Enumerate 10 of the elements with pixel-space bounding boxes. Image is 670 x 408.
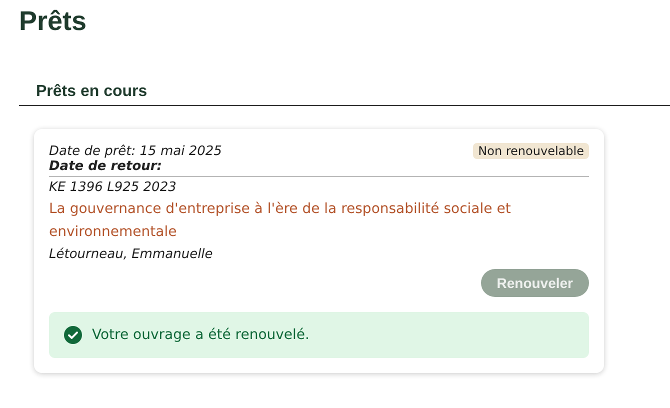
section-heading: Prêts en cours (19, 83, 670, 106)
alert-message: Votre ouvrage a été renouvelé. (92, 327, 310, 343)
book-title: La gouvernance d'entreprise à l'ère de la responsabilité sociale et environnementale (49, 200, 512, 242)
book-author: Létourneau, Emmanuelle (49, 246, 214, 264)
status-badge: Non renouvelable (473, 143, 589, 159)
return-date-label: Date de retour: (49, 159, 589, 177)
check-icon (64, 326, 82, 344)
page-title: Prêts (19, 6, 88, 37)
call-number: KE 1396 L925 2023 (49, 179, 178, 197)
loan-date: Date de prêt: 15 mai 2025 (49, 144, 222, 158)
